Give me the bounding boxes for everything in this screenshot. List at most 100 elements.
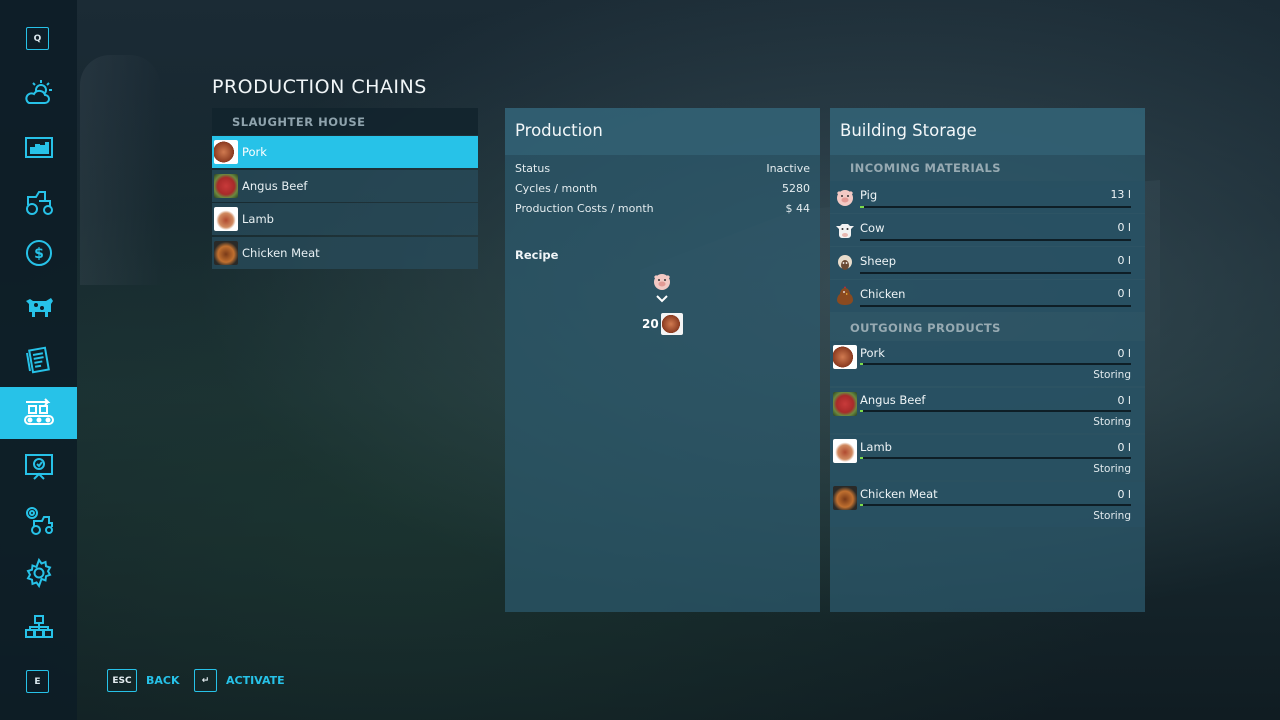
sidebar-item-finances[interactable]: $ <box>0 227 77 279</box>
contracts-icon <box>25 346 50 374</box>
prev-page-key[interactable]: Q <box>26 27 49 50</box>
product-name: Pork <box>860 346 885 360</box>
weather-icon <box>24 80 52 104</box>
stat-label: Production Costs / month <box>515 201 654 215</box>
activate-button[interactable]: ↵ ACTIVATE <box>194 669 285 692</box>
recipe-label: Recipe <box>515 248 559 262</box>
outgoing-products-label: OUTGOING PRODUCTS <box>850 321 1001 335</box>
product-amount: 0 l <box>1117 441 1131 454</box>
stat-value: $ 44 <box>785 201 811 215</box>
angus-beef-thumbnail <box>214 173 238 198</box>
next-page-key[interactable]: E <box>26 670 49 693</box>
lamb-thumbnail <box>833 439 857 463</box>
outgoing-row-lamb[interactable]: Lamb 0 l Storing <box>830 435 1145 480</box>
settings-icon <box>26 557 51 589</box>
fill-level-bar <box>860 305 1131 307</box>
material-name: Cow <box>860 221 885 235</box>
esc-key: ESC <box>107 669 137 692</box>
pig-icon <box>836 190 854 206</box>
chain-item-label: Pork <box>242 145 267 159</box>
product-name: Angus Beef <box>860 393 926 407</box>
sidebar-item-help[interactable] <box>0 441 77 493</box>
fill-level-bar <box>860 457 1131 459</box>
fill-level <box>860 504 863 506</box>
lamb-thumbnail <box>214 207 238 231</box>
sidebar-item-vehicles[interactable] <box>0 176 77 228</box>
building-storage-panel: Building Storage INCOMING MATERIALS Pig … <box>830 108 1145 612</box>
page-title: PRODUCTION CHAINS <box>212 76 427 98</box>
tutorial-icon <box>24 454 53 480</box>
angus-beef-thumbnail <box>833 392 857 416</box>
sidebar-item-garage[interactable] <box>0 494 77 546</box>
fill-level <box>860 457 863 459</box>
fill-level-bar <box>860 410 1131 412</box>
pork-thumbnail <box>833 345 857 369</box>
cow-icon <box>836 224 854 238</box>
product-amount: 0 l <box>1117 488 1131 501</box>
material-amount: 13 l <box>1110 188 1131 201</box>
material-amount: 0 l <box>1117 221 1131 234</box>
fill-level-bar <box>860 363 1131 365</box>
chain-item-label: Chicken Meat <box>242 245 320 260</box>
activate-label: ACTIVATE <box>226 674 285 687</box>
sidebar-item-multiplayer[interactable] <box>0 601 77 653</box>
chain-item-label: Lamb <box>242 212 274 226</box>
stat-value: 5280 <box>782 181 810 195</box>
sidebar-item-production[interactable] <box>0 387 77 439</box>
recipe-output-quantity: 20 <box>642 317 659 331</box>
enter-key: ↵ <box>194 669 217 692</box>
material-name: Pig <box>860 188 878 202</box>
fill-level-bar <box>860 206 1131 208</box>
storage-mode: Storing <box>1093 369 1131 381</box>
chain-item-lamb[interactable]: Lamb <box>212 203 478 235</box>
finance-icon: $ <box>25 240 52 266</box>
outgoing-row-pork[interactable]: Pork 0 l Storing <box>830 341 1145 386</box>
stat-label: Status <box>515 161 551 175</box>
incoming-row-chicken: Chicken 0 l <box>830 280 1145 312</box>
tractor-icon <box>25 191 53 215</box>
chain-item-chicken-meat[interactable]: Chicken Meat <box>212 236 478 269</box>
fill-level-bar <box>860 239 1131 241</box>
storage-mode: Storing <box>1093 463 1131 475</box>
production-panel: Production Status Inactive Cycles / mont… <box>505 108 820 612</box>
sidebar-item-weather[interactable] <box>0 68 77 120</box>
product-name: Chicken Meat <box>860 487 938 501</box>
incoming-materials-label: INCOMING MATERIALS <box>850 161 1001 175</box>
incoming-row-cow: Cow 0 l <box>830 214 1145 246</box>
pork-output-icon <box>661 313 683 335</box>
stat-costs: Production Costs / month $ 44 <box>515 198 810 218</box>
material-amount: 0 l <box>1117 254 1131 267</box>
stat-label: Cycles / month <box>515 181 598 195</box>
statistics-icon <box>24 137 53 158</box>
back-button[interactable]: ESC BACK <box>107 669 180 692</box>
fill-level <box>860 410 863 412</box>
production-chain-list: SLAUGHTER HOUSE Pork Angus Beef Lamb Chi… <box>212 108 478 270</box>
outgoing-row-chicken-meat[interactable]: Chicken Meat 0 l Storing <box>830 482 1145 527</box>
pig-icon <box>653 274 671 290</box>
fill-level-bar <box>860 272 1131 274</box>
product-amount: 0 l <box>1117 347 1131 360</box>
pork-thumbnail <box>214 140 238 164</box>
chain-item-pork[interactable]: Pork <box>212 136 478 168</box>
chicken-icon <box>837 286 853 305</box>
sheep-icon <box>838 255 852 270</box>
storage-mode: Storing <box>1093 510 1131 522</box>
fill-level <box>860 206 865 208</box>
chain-item-label: Angus Beef <box>242 178 308 193</box>
svg-text:$: $ <box>34 246 44 262</box>
sidebar-item-settings[interactable] <box>0 547 77 599</box>
outgoing-row-angus-beef[interactable]: Angus Beef 0 l Storing <box>830 388 1145 433</box>
product-name: Lamb <box>860 440 892 454</box>
sidebar-item-statistics[interactable] <box>0 122 77 174</box>
chain-item-angus-beef[interactable]: Angus Beef <box>212 169 478 202</box>
sidebar-item-animals[interactable] <box>0 280 77 332</box>
product-amount: 0 l <box>1117 394 1131 407</box>
sidebar-item-contracts[interactable] <box>0 334 77 386</box>
incoming-row-pig: Pig 13 l <box>830 181 1145 213</box>
animals-icon <box>25 298 53 317</box>
multiplayer-icon <box>24 615 53 638</box>
incoming-row-sheep: Sheep 0 l <box>830 247 1145 279</box>
back-label: BACK <box>146 674 180 687</box>
background-silo <box>80 55 160 285</box>
garage-icon <box>25 507 53 535</box>
